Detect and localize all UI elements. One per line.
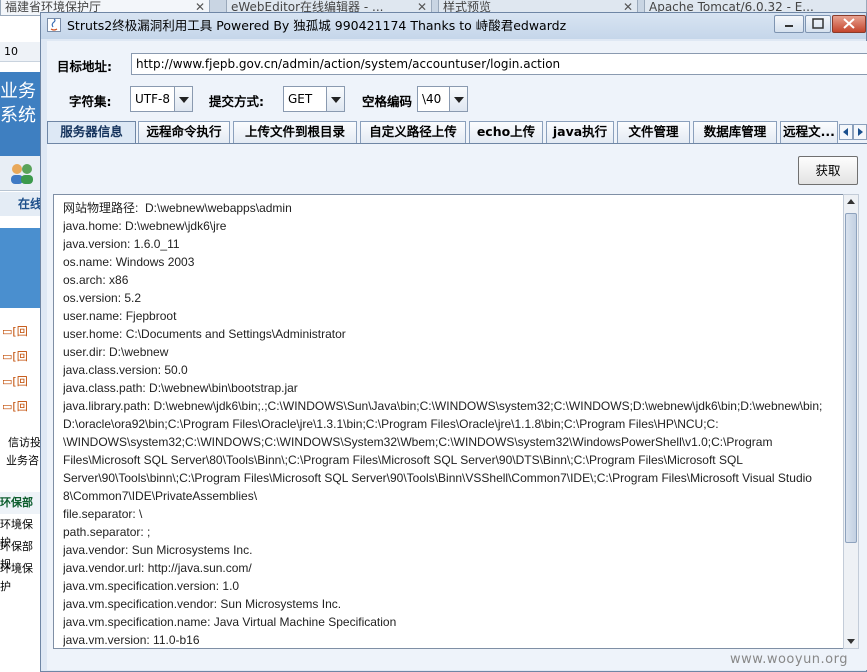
vertical-scrollbar[interactable] bbox=[843, 194, 859, 649]
banner-text: 业务 系统 bbox=[0, 81, 36, 126]
space-encoding-label: 空格编码 bbox=[362, 94, 413, 109]
row-number: 10 bbox=[0, 42, 42, 62]
section-title: 环保部 bbox=[0, 492, 42, 514]
window-client: 目标地址: http://www.fjepb.gov.cn/admin/acti… bbox=[47, 41, 867, 670]
users-icon bbox=[11, 164, 33, 184]
output-line: user.dir: D:\webnew bbox=[63, 345, 169, 359]
output-line: Server\90\Tools\binn\;C:\Program Files\M… bbox=[63, 471, 812, 485]
tab-upload-root[interactable]: 上传文件到根目录 bbox=[233, 121, 357, 143]
list-item[interactable]: 环境保护 bbox=[0, 560, 42, 593]
output-line: java.version: 1.6.0_11 bbox=[63, 237, 180, 251]
method-select[interactable]: GET bbox=[283, 86, 345, 112]
server-info-panel: 获取 网站物理路径: D:\webnew\webapps\admin java.h… bbox=[47, 143, 867, 670]
video-icon: ▭ bbox=[2, 400, 13, 413]
output-line: os.arch: x86 bbox=[63, 273, 129, 287]
site-banner: 业务 系统 bbox=[0, 72, 42, 162]
output-line: Files\Microsoft SQL Server\80\Tools\Binn… bbox=[63, 453, 743, 467]
video-icon: ▭ bbox=[2, 375, 13, 388]
output-lines: 网站物理路径: D:\webnew\webapps\admin java.home… bbox=[63, 199, 833, 648]
space-encoding-value: \40 bbox=[422, 92, 442, 106]
maximize-icon bbox=[812, 18, 824, 29]
petition-link[interactable]: 信访投 bbox=[0, 434, 42, 452]
tab-server-info[interactable]: 服务器信息 bbox=[47, 121, 136, 143]
business-link[interactable]: 业务咨 bbox=[0, 452, 42, 470]
target-url-input[interactable]: http://www.fjepb.gov.cn/admin/action/sys… bbox=[131, 53, 867, 75]
output-line: java.vm.specification.version: 1.0 bbox=[63, 579, 240, 593]
background-page: 10 业务 系统 在线 ▭[回 ▭[回 ▭[回 ▭[回 信访投 业务咨 环保部 … bbox=[0, 16, 42, 672]
output-line: java.vendor: Sun Microsystems Inc. bbox=[63, 543, 253, 557]
users-icon-bar bbox=[0, 156, 42, 191]
output-line: 8\Common7\IDE\PrivateAssemblies\ bbox=[63, 489, 258, 503]
space-encoding-select[interactable]: \40 bbox=[417, 86, 468, 112]
output-line: D:\oracle\ora92\bin;C:\Program Files\Ora… bbox=[63, 417, 719, 431]
watermark: www.wooyun.org bbox=[730, 652, 849, 667]
video-icon: ▭ bbox=[2, 325, 13, 338]
output-line: os.name: Windows 2003 bbox=[63, 255, 195, 269]
scrollbar-thumb[interactable] bbox=[845, 213, 857, 543]
chevron-down-icon[interactable] bbox=[449, 87, 467, 111]
scroll-down-icon[interactable] bbox=[844, 634, 858, 648]
method-value: GET bbox=[288, 92, 313, 106]
minimize-button[interactable] bbox=[774, 15, 804, 33]
tab-remote-command[interactable]: 远程命令执行 bbox=[138, 121, 230, 143]
output-line: java.vm.specification.vendor: Sun Micros… bbox=[63, 597, 342, 611]
tab-database-manager[interactable]: 数据库管理 bbox=[693, 121, 777, 143]
maximize-button[interactable] bbox=[805, 15, 831, 33]
output-line: \WINDOWS\system32;C:\WINDOWS;C:\WINDOWS\… bbox=[63, 435, 773, 449]
output-line: path.separator: ; bbox=[63, 525, 151, 539]
output-line: java.class.path: D:\webnew\bin\bootstrap… bbox=[63, 381, 298, 395]
list-item[interactable]: 环保部规 bbox=[0, 538, 42, 571]
news-link[interactable]: ▭[回 bbox=[0, 372, 42, 392]
charset-label: 字符集: bbox=[69, 94, 112, 109]
window-title: Struts2终极漏洞利用工具 Powered By 独孤城 990421174… bbox=[67, 18, 567, 33]
output-line: java.vm.version: 11.0-b16 bbox=[63, 633, 200, 647]
output-textarea[interactable]: 网站物理路径: D:\webnew\webapps\admin java.home… bbox=[53, 194, 853, 649]
output-line: os.version: 5.2 bbox=[63, 291, 142, 305]
charset-value: UTF-8 bbox=[135, 92, 170, 106]
output-line: java.vendor.url: http://java.sun.com/ bbox=[63, 561, 252, 575]
output-line: user.home: C:\Documents and Settings\Adm… bbox=[63, 327, 346, 341]
exploit-tool-window: Struts2终极漏洞利用工具 Powered By 独孤城 990421174… bbox=[40, 12, 867, 672]
output-line: user.name: Fjepbroot bbox=[63, 309, 177, 323]
tab-custom-upload[interactable]: 自定义路径上传 bbox=[360, 121, 466, 143]
output-line: java.home: D:\webnew\jdk6\jre bbox=[63, 219, 227, 233]
banner-image bbox=[0, 228, 42, 308]
chevron-down-icon[interactable] bbox=[174, 87, 192, 111]
get-button[interactable]: 获取 bbox=[798, 156, 858, 185]
chevron-down-icon[interactable] bbox=[326, 87, 344, 111]
output-line: java.library.path: D:\webnew\jdk6\bin;.;… bbox=[63, 399, 823, 413]
target-label: 目标地址: bbox=[57, 59, 112, 74]
output-line: 网站物理路径: D:\webnew\webapps\admin bbox=[63, 201, 292, 215]
close-icon bbox=[843, 18, 855, 29]
minimize-icon bbox=[785, 25, 793, 27]
method-label: 提交方式: bbox=[209, 94, 264, 109]
news-link[interactable]: ▭[回 bbox=[0, 322, 42, 342]
tab-scroll-right-icon[interactable] bbox=[853, 124, 867, 140]
output-line: java.class.version: 50.0 bbox=[63, 363, 188, 377]
news-link[interactable]: ▭[回 bbox=[0, 347, 42, 367]
tab-echo-upload[interactable]: echo上传 bbox=[469, 121, 543, 143]
output-line: java.vm.specification.name: Java Virtual… bbox=[63, 615, 397, 629]
tab-bar: 服务器信息 远程命令执行 上传文件到根目录 自定义路径上传 echo上传 jav… bbox=[47, 121, 867, 143]
title-bar[interactable]: Struts2终极漏洞利用工具 Powered By 独孤城 990421174… bbox=[41, 13, 866, 39]
online-section-title: 在线 bbox=[0, 192, 42, 216]
video-icon: ▭ bbox=[2, 350, 13, 363]
news-link[interactable]: ▭[回 bbox=[0, 397, 42, 417]
close-button[interactable] bbox=[832, 15, 866, 33]
charset-select[interactable]: UTF-8 bbox=[130, 86, 193, 112]
list-item[interactable]: 环境保护 bbox=[0, 516, 42, 549]
tab-scroll-left-icon[interactable] bbox=[839, 124, 853, 140]
tab-java-exec[interactable]: java执行 bbox=[546, 121, 614, 143]
java-icon bbox=[47, 18, 61, 32]
scroll-up-icon[interactable] bbox=[844, 195, 858, 209]
output-line: file.separator: \ bbox=[63, 507, 143, 521]
tab-file-manager[interactable]: 文件管理 bbox=[617, 121, 690, 143]
tab-remote-file[interactable]: 远程文... bbox=[780, 121, 838, 143]
